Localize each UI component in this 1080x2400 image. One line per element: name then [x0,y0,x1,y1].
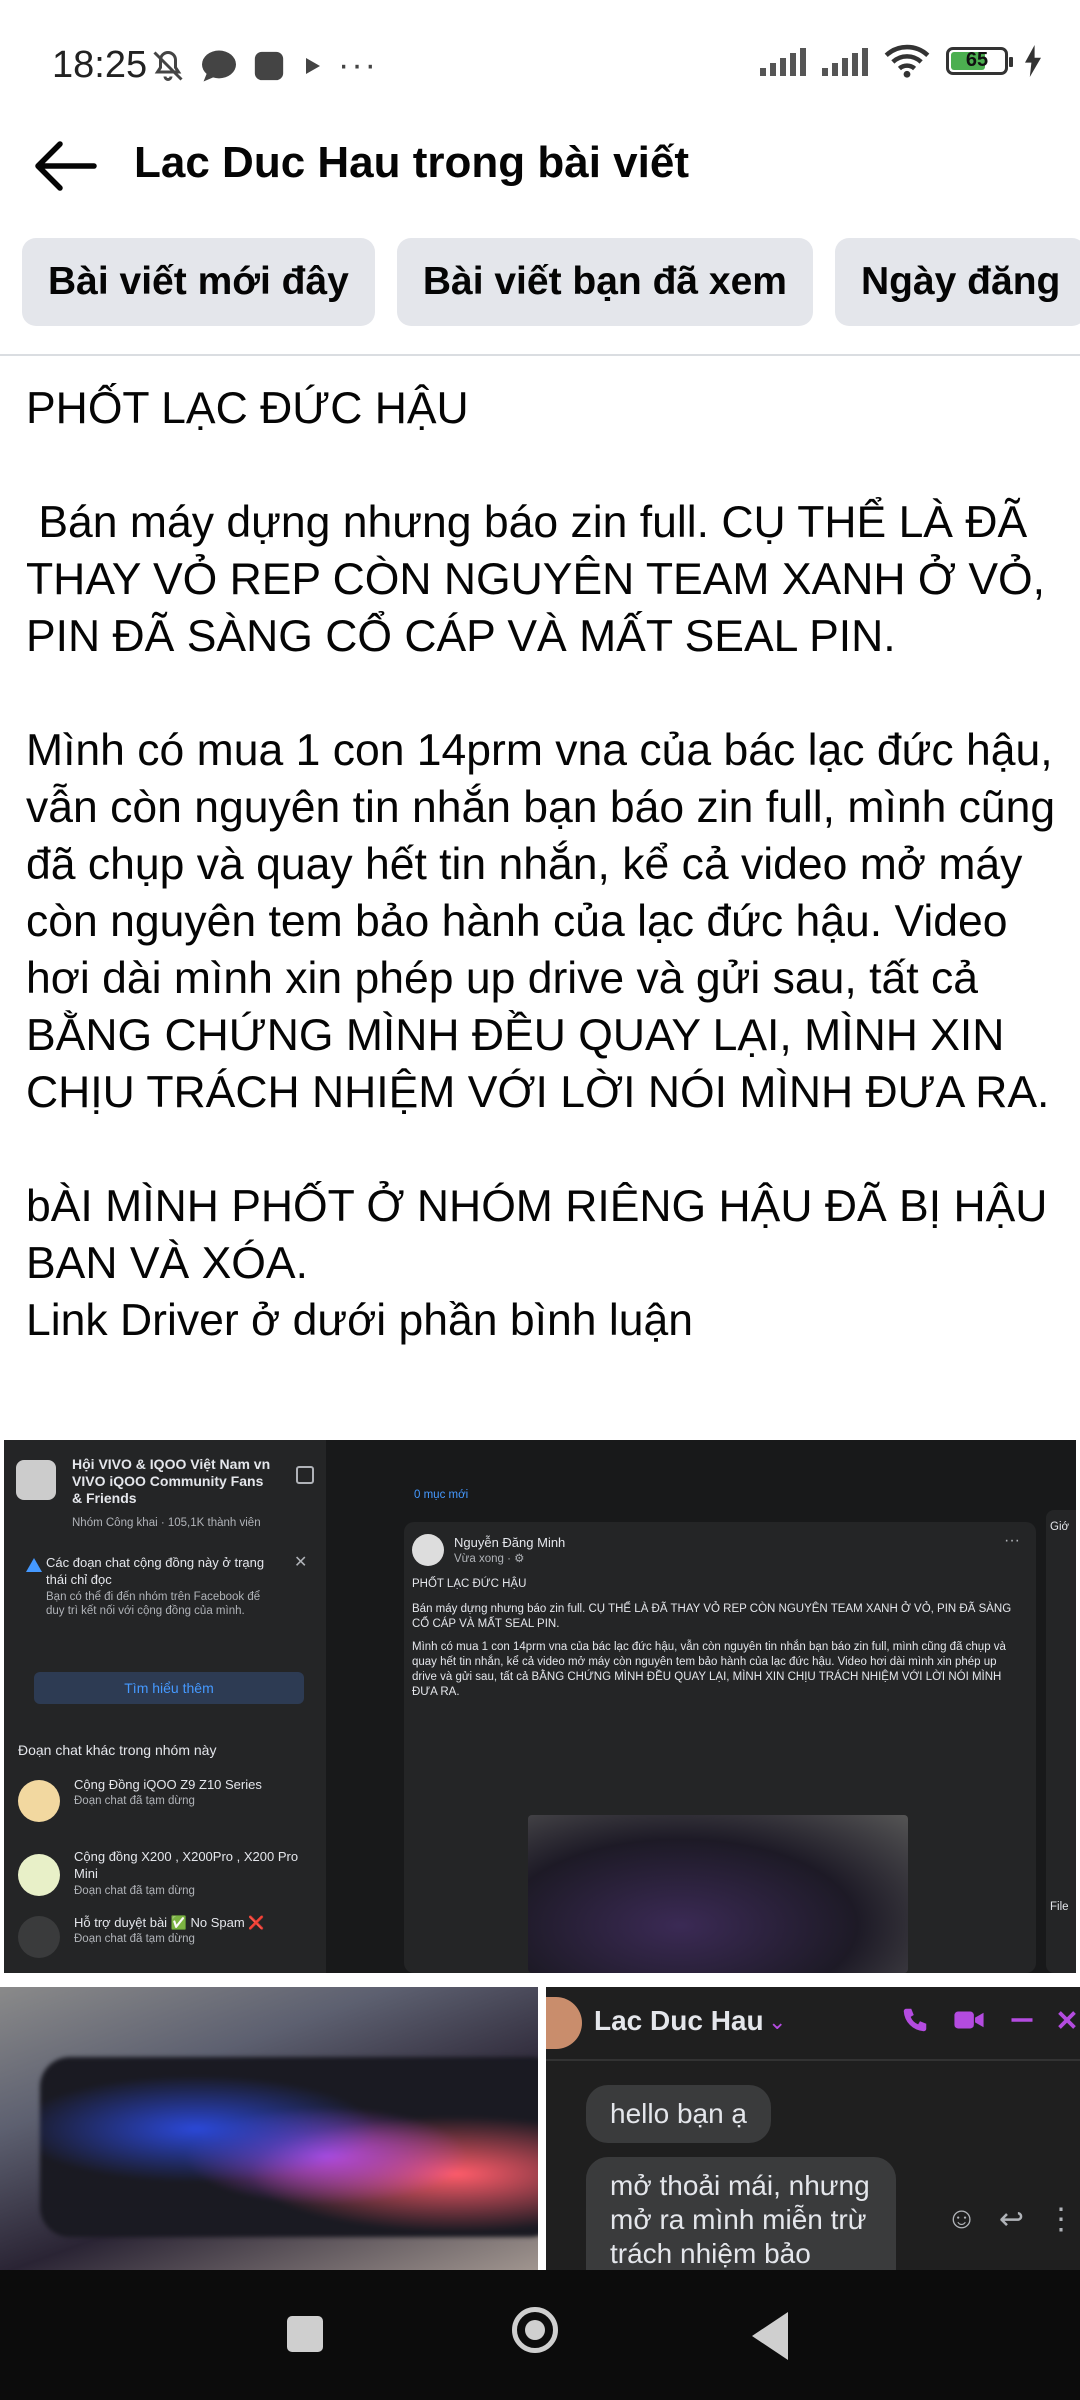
right-panel-label: Giớ [1050,1521,1070,1533]
back-icon[interactable] [752,2312,788,2360]
author-avatar [412,1534,444,1566]
call-actions [900,2005,1076,2035]
right-panel-files: File [1050,1901,1069,1913]
divider [0,354,1080,356]
video-call-icon [954,2011,984,2029]
wifi-icon [884,44,930,78]
mute-icon [153,50,183,81]
page-title: Lac Duc Hau trong bài viết [134,138,689,187]
status-notification-icons: ··· [150,46,378,85]
keyboard-photo[interactable] [528,1815,908,1973]
group-name: Hội VIVO & IQOO Việt Nam vn VIVO iQOO Co… [72,1456,271,1506]
battery-icon: 65 [946,47,1013,75]
learn-more-button[interactable]: Tìm hiểu thêm [34,1672,304,1704]
back-arrow-icon[interactable] [30,136,100,196]
more-options-icon: ⋮ [1046,2203,1076,2236]
keyboard-photo [40,2057,538,2237]
app-icon [254,51,284,80]
chat-item[interactable]: Cộng đồng X200 , X200Pro , X200 Pro Mini… [18,1848,318,1908]
right-panel: Giớ File [1046,1510,1076,1973]
card-text-title: PHỐT LẠC ĐỨC HẬU [412,1578,527,1590]
post-image-3[interactable]: Lac Duc Hau ⌄ hello bạn ạ mở thoải mái, … [546,1987,1080,2270]
messenger-sidebar: Hội VIVO & IQOO Việt Nam vn VIVO iQOO Co… [4,1440,326,1973]
chat-name: Hỗ trợ duyệt bài ✅ No Spam ❌ [74,1915,265,1930]
home-icon[interactable] [512,2307,558,2353]
battery-level: 65 [965,49,989,71]
play-icon [306,57,320,74]
post-text: PHỐT LẠC ĐỨC HẬU Bán máy dựng nhưng báo … [26,384,1056,1345]
card-text-body-2: Mình có mua 1 con 14prm vna của bác lạc … [412,1641,1006,1698]
chevron-down-icon: ⌄ [768,2009,787,2034]
recent-apps-icon[interactable] [287,2316,323,2352]
new-items-label: 0 mục mới [414,1489,469,1501]
minimize-icon [1011,2018,1033,2022]
other-chats-title: Đoạn chat khác trong nhóm này [18,1742,217,1758]
contact-avatar [546,1997,582,2049]
close-icon[interactable]: ✕ [294,1552,307,1572]
message-bubble: mở thoải mái, nhưng mở ra mình miễn trừ … [586,2157,896,2270]
charging-icon [1025,45,1041,77]
chat-item[interactable]: Cộng Đồng iQOO Z9 Z10 Series Đoạn chat đ… [18,1776,318,1836]
author-meta: Vừa xong · ⚙ [454,1553,525,1565]
contact-name: Lac Duc Hau [594,2005,764,2036]
warning-icon [26,1558,42,1572]
status-system-icons: 65 [760,44,1042,78]
author-name: Nguyễn Đăng Minh [454,1535,566,1550]
signal-icon [822,46,868,76]
chat-avatar [18,1780,60,1822]
chat-item[interactable]: Hỗ trợ duyệt bài ✅ No Spam ❌ Đoạn chat đ… [18,1914,318,1964]
phone-icon [903,2008,927,2032]
card-text-body-1: Bán máy dựng nhưng báo zin full. CỤ THỂ … [412,1603,1012,1630]
chat-status: Đoạn chat đã tạm dừng [74,1795,195,1807]
post-image-1[interactable]: Hội VIVO & IQOO Việt Nam vn VIVO iQOO Co… [4,1440,1076,1973]
chat-name: Cộng đồng X200 , X200Pro , X200 Pro Mini [74,1849,299,1881]
chat-status: Đoạn chat đã tạm dừng [74,1885,195,1897]
chip-date-posted[interactable]: Ngày đăng [834,238,1080,326]
chip-viewed-posts[interactable]: Bài viết bạn đã xem [396,238,813,326]
chat-avatar [18,1916,60,1958]
group-avatar [16,1460,56,1500]
more-dots-icon: ··· [338,46,378,84]
warning-title: Các đoạn chat cộng đồng này ở trạng thái… [46,1555,265,1587]
chat-name: Cộng Đồng iQOO Z9 Z10 Series [74,1777,262,1792]
chat-status: Đoạn chat đã tạm dừng [74,1933,195,1945]
sidebar-toggle-icon[interactable] [296,1466,314,1484]
group-meta: Nhóm Công khai · 105,1K thành viên [72,1517,261,1529]
reply-icon: ↩ [998,2203,1024,2236]
emoji-icon: ☺ [946,2202,977,2235]
warning-body: Bạn có thể đi đến nhóm trên Facebook để … [46,1591,261,1617]
signal-icon [760,46,806,76]
chip-recent-posts[interactable]: Bài viết mới đây [22,238,375,326]
messenger-main: 0 mục mới Nguyễn Đăng Minh Vừa xong · ⚙ … [334,1440,1076,1973]
more-options-icon[interactable]: ··· [1004,1532,1020,1550]
chat-avatar [18,1854,60,1896]
filter-chips: Bài viết mới đây Bài viết bạn đã xem Ngà… [22,238,1080,326]
message-actions: ☺ ↩ ⋮ [946,2202,1076,2237]
status-bar: 18:25 ··· 65 [0,0,1080,130]
chat-bubble-icon [202,50,236,81]
close-icon [1058,2011,1076,2029]
divider [546,2059,1080,2061]
post-card: Nguyễn Đăng Minh Vừa xong · ⚙ ··· PHỐT L… [404,1522,1036,1973]
status-time: 18:25 [52,44,148,86]
message-bubble: hello bạn ạ [586,2085,772,2143]
post-image-2[interactable] [0,1987,538,2270]
